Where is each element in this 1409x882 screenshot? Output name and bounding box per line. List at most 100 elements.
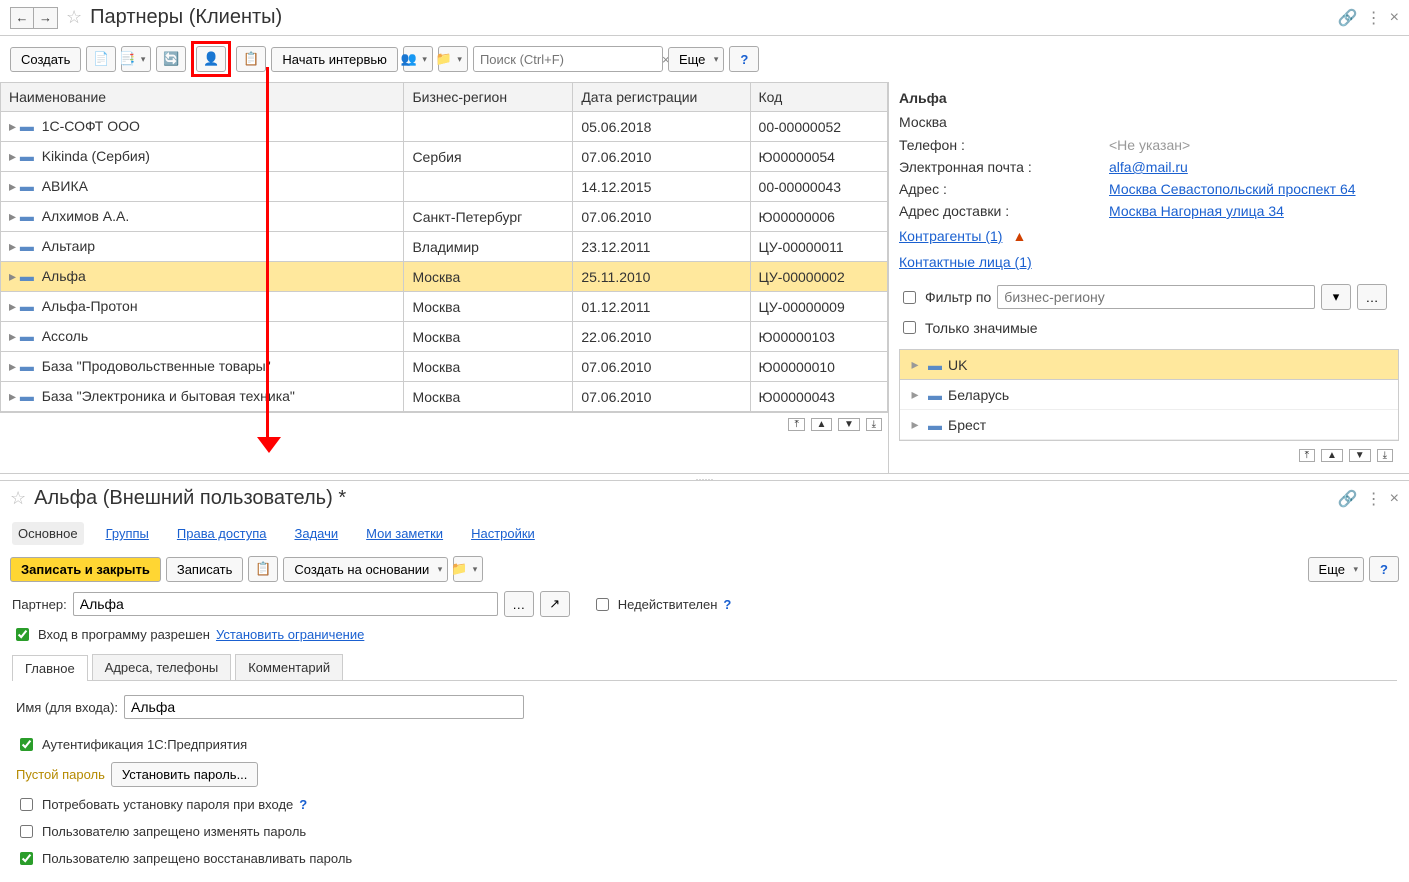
link-icon[interactable]: 🔗	[1338, 8, 1358, 28]
form-link-icon[interactable]: 🔗	[1338, 489, 1358, 509]
folder-dropdown-button[interactable]: 📁	[438, 46, 468, 72]
tab-tasks[interactable]: Задачи	[289, 522, 345, 545]
table-row[interactable]: ▸ ▬ АльтаирВладимир23.12.2011ЦУ-00000011	[1, 232, 888, 262]
form-more-icon[interactable]: ⋮	[1366, 489, 1382, 509]
create-from-button[interactable]: Создать на основании	[283, 557, 448, 582]
save-close-button[interactable]: Записать и закрыть	[10, 557, 161, 582]
col-date[interactable]: Дата регистрации	[573, 83, 750, 112]
users-dropdown-button[interactable]: 👥	[403, 46, 433, 72]
tab-settings[interactable]: Настройки	[465, 522, 541, 545]
table-row[interactable]: ▸ ▬ База "Продовольственные товары"Москв…	[1, 352, 888, 382]
table-row[interactable]: ▸ ▬ Альфа-ПротонМосква01.12.2011ЦУ-00000…	[1, 292, 888, 322]
require-password-checkbox[interactable]	[20, 798, 33, 811]
region-item[interactable]: ▸▬Брест	[900, 410, 1398, 440]
nav-back-button[interactable]: ←	[10, 7, 34, 29]
filter-dropdown-button[interactable]: ▾	[1321, 284, 1351, 310]
inactive-help-icon[interactable]: ?	[723, 597, 731, 612]
more-button[interactable]: Еще	[668, 47, 724, 72]
reports-icon[interactable]: 📋	[236, 46, 266, 72]
address-label: Адрес :	[899, 181, 1109, 197]
create-button[interactable]: Создать	[10, 47, 81, 72]
more-menu-icon[interactable]: ⋮	[1366, 8, 1382, 28]
side-scroll-down-icon[interactable]: ▼	[1349, 449, 1371, 462]
highlighted-user-button: 👤	[191, 41, 231, 77]
splitter-handle[interactable]: ⋯⋯	[0, 473, 1409, 481]
detail-name: Альфа	[899, 86, 1399, 110]
require-password-help-icon[interactable]: ?	[299, 797, 307, 812]
inactive-checkbox[interactable]	[596, 598, 609, 611]
login-name-input[interactable]	[124, 695, 524, 719]
form-toolbar: Записать и закрыть Записать 📋 Создать на…	[0, 551, 1409, 587]
tab-rights[interactable]: Права доступа	[171, 522, 273, 545]
form-help-button[interactable]: ?	[1369, 556, 1399, 582]
save-button[interactable]: Записать	[166, 557, 244, 582]
filter-checkbox[interactable]	[903, 291, 916, 304]
address-value[interactable]: Москва Севастопольский проспект 64	[1109, 181, 1356, 197]
partner-select-button[interactable]: …	[504, 591, 534, 617]
filter-region-input[interactable]	[997, 285, 1315, 309]
search-input[interactable]	[478, 51, 658, 68]
close-icon[interactable]: ×	[1390, 9, 1399, 27]
form-reports-icon[interactable]: 📋	[248, 556, 278, 582]
scroll-top-icon[interactable]: ⤒	[788, 418, 804, 431]
form-title: Альфа (Внешний пользователь) *	[34, 487, 1330, 510]
phone-value: <Не указан>	[1109, 137, 1190, 153]
no-restore-password-checkbox[interactable]	[20, 852, 33, 865]
set-restriction-link[interactable]: Установить ограничение	[216, 627, 364, 642]
phone-label: Телефон :	[899, 137, 1109, 153]
set-password-button[interactable]: Установить пароль...	[111, 762, 258, 787]
col-code[interactable]: Код	[750, 83, 887, 112]
table-row[interactable]: ▸ ▬ Алхимов А.А.Санкт-Петербург07.06.201…	[1, 202, 888, 232]
refresh-icon[interactable]: 🔄	[156, 46, 186, 72]
filter-select-button[interactable]: …	[1357, 284, 1387, 310]
no-change-password-checkbox[interactable]	[20, 825, 33, 838]
favorite-star-icon[interactable]: ☆	[66, 7, 82, 28]
table-row[interactable]: ▸ ▬ АльфаМосква25.11.2010ЦУ-00000002	[1, 262, 888, 292]
subtab-main[interactable]: Главное	[12, 655, 88, 681]
col-name[interactable]: Наименование	[1, 83, 404, 112]
email-value[interactable]: alfa@mail.ru	[1109, 159, 1188, 175]
region-item[interactable]: ▸▬Беларусь	[900, 380, 1398, 410]
contractors-link[interactable]: Контрагенты (1)	[899, 228, 1002, 244]
table-row[interactable]: ▸ ▬ 1С-СОФТ ООО05.06.201800-00000052	[1, 112, 888, 142]
table-row[interactable]: ▸ ▬ АВИКА14.12.201500-00000043	[1, 172, 888, 202]
table-row[interactable]: ▸ ▬ АссольМосква22.06.2010Ю00000103	[1, 322, 888, 352]
external-user-button[interactable]: 👤	[196, 46, 226, 72]
page-title: Партнеры (Клиенты)	[90, 6, 1330, 29]
tab-notes[interactable]: Мои заметки	[360, 522, 449, 545]
tab-groups[interactable]: Группы	[100, 522, 155, 545]
subtab-addresses[interactable]: Адреса, телефоны	[92, 654, 232, 680]
login-name-label: Имя (для входа):	[16, 700, 118, 715]
subtab-comment[interactable]: Комментарий	[235, 654, 343, 680]
side-scroll-top-icon[interactable]: ⤒	[1299, 449, 1315, 462]
tab-main[interactable]: Основное	[12, 522, 84, 545]
nav-forward-button[interactable]: →	[34, 7, 58, 29]
region-item-selected[interactable]: ▸▬UK	[900, 350, 1398, 380]
scroll-down-icon[interactable]: ▼	[838, 418, 860, 431]
only-significant-checkbox[interactable]	[903, 321, 916, 334]
scroll-bottom-icon[interactable]: ⤓	[866, 418, 882, 431]
contacts-link[interactable]: Контактные лица (1)	[899, 254, 1032, 270]
form-favorite-icon[interactable]: ☆	[10, 488, 26, 509]
email-label: Электронная почта :	[899, 159, 1109, 175]
create-group-icon[interactable]: 📄	[86, 46, 116, 72]
partner-input[interactable]	[73, 592, 498, 616]
help-button[interactable]: ?	[729, 46, 759, 72]
form-folder-button[interactable]: 📁	[453, 556, 483, 582]
side-scroll-bottom-icon[interactable]: ⤓	[1377, 449, 1393, 462]
form-close-icon[interactable]: ×	[1390, 490, 1399, 508]
table-row[interactable]: ▸ ▬ Kikinda (Сербия)Сербия07.06.2010Ю000…	[1, 142, 888, 172]
clone-button[interactable]: 📑	[121, 46, 151, 72]
col-region[interactable]: Бизнес-регион	[404, 83, 573, 112]
inactive-label: Недействителен	[618, 597, 718, 612]
auth-1c-checkbox[interactable]	[20, 738, 33, 751]
delivery-value[interactable]: Москва Нагорная улица 34	[1109, 203, 1284, 219]
scroll-up-icon[interactable]: ▲	[811, 418, 833, 431]
side-scroll-up-icon[interactable]: ▲	[1321, 449, 1343, 462]
partners-table: Наименование Бизнес-регион Дата регистра…	[0, 82, 888, 412]
start-interview-button[interactable]: Начать интервью	[271, 47, 398, 72]
partner-open-button[interactable]: ↗	[540, 591, 570, 617]
table-row[interactable]: ▸ ▬ База "Электроника и бытовая техника"…	[1, 382, 888, 412]
form-more-button[interactable]: Еще	[1308, 557, 1364, 582]
login-allowed-checkbox[interactable]	[16, 628, 29, 641]
